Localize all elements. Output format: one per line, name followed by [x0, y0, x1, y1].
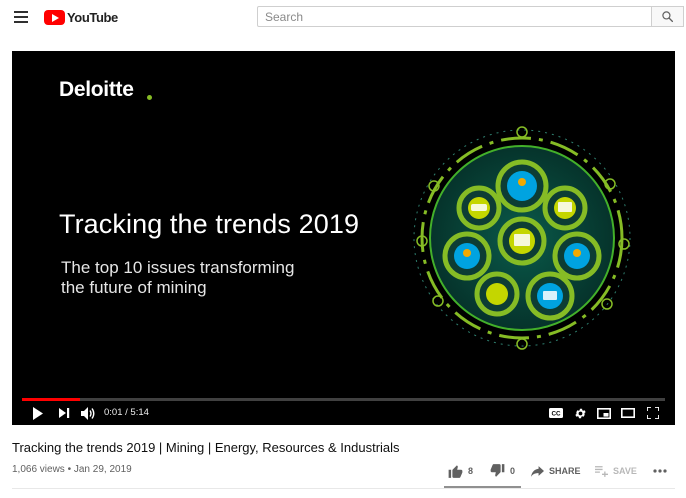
progress-bar[interactable] [22, 398, 665, 401]
slide-subtitle-line-1: The top 10 issues transforming [61, 258, 295, 277]
search-button[interactable] [651, 6, 684, 27]
slide-brand-logo: Deloitte [59, 78, 134, 101]
fullscreen-button[interactable] [645, 405, 661, 421]
share-icon [531, 465, 544, 477]
hamburger-menu-icon[interactable] [12, 9, 30, 25]
theater-mode-button[interactable] [620, 405, 636, 421]
like-button[interactable]: 8 [448, 461, 473, 481]
captions-icon: CC [549, 408, 563, 418]
youtube-play-icon [44, 9, 65, 25]
slide-title: Tracking the trends 2019 [59, 209, 360, 239]
slide-subtitle-line-2: the future of mining [61, 278, 207, 297]
captions-button[interactable]: CC [548, 405, 564, 421]
video-player[interactable]: Deloitte Tracking the trends 2019 The to… [12, 51, 675, 425]
top-bar: YouTube [0, 0, 686, 36]
miniplayer-button[interactable] [596, 405, 612, 421]
video-title: Tracking the trends 2019 | Mining | Ener… [12, 440, 400, 455]
video-meta: 1,066 views • Jan 29, 2019 [12, 464, 132, 475]
add-to-playlist-icon [595, 465, 608, 477]
player-controls: 0:01 / 5:14 CC [12, 402, 675, 425]
progress-bar-played [22, 398, 80, 401]
volume-button[interactable] [80, 405, 96, 421]
theater-icon [621, 408, 635, 418]
share-button[interactable]: SHARE [531, 461, 581, 481]
play-button[interactable] [30, 405, 46, 421]
search-icon [662, 11, 674, 23]
thumbs-up-icon [448, 465, 463, 478]
play-icon [33, 406, 43, 420]
more-actions-button[interactable] [653, 461, 672, 481]
settings-icon [574, 408, 586, 418]
save-label: SAVE [613, 466, 637, 476]
captions-label: CC [551, 411, 561, 418]
divider [12, 488, 675, 489]
like-count: 8 [468, 466, 474, 476]
volume-icon [80, 406, 94, 420]
next-button[interactable] [57, 405, 71, 421]
settings-button[interactable] [572, 405, 588, 421]
share-label: SHARE [549, 466, 581, 476]
fullscreen-icon [647, 407, 659, 419]
dislike-count: 0 [510, 466, 516, 476]
time-display: 0:01 / 5:14 [104, 407, 149, 418]
miniplayer-icon [597, 407, 611, 419]
mining-gears-illustration [413, 126, 631, 350]
dislike-button[interactable]: 0 [490, 461, 515, 481]
more-horizontal-icon [653, 469, 667, 473]
save-button[interactable]: SAVE [595, 461, 637, 481]
next-icon [58, 408, 69, 418]
search-input[interactable] [257, 6, 652, 27]
brand-dot [147, 95, 152, 100]
youtube-logo[interactable]: YouTube [44, 9, 118, 25]
logo-text: YouTube [67, 9, 118, 25]
thumbs-down-icon [490, 464, 505, 477]
